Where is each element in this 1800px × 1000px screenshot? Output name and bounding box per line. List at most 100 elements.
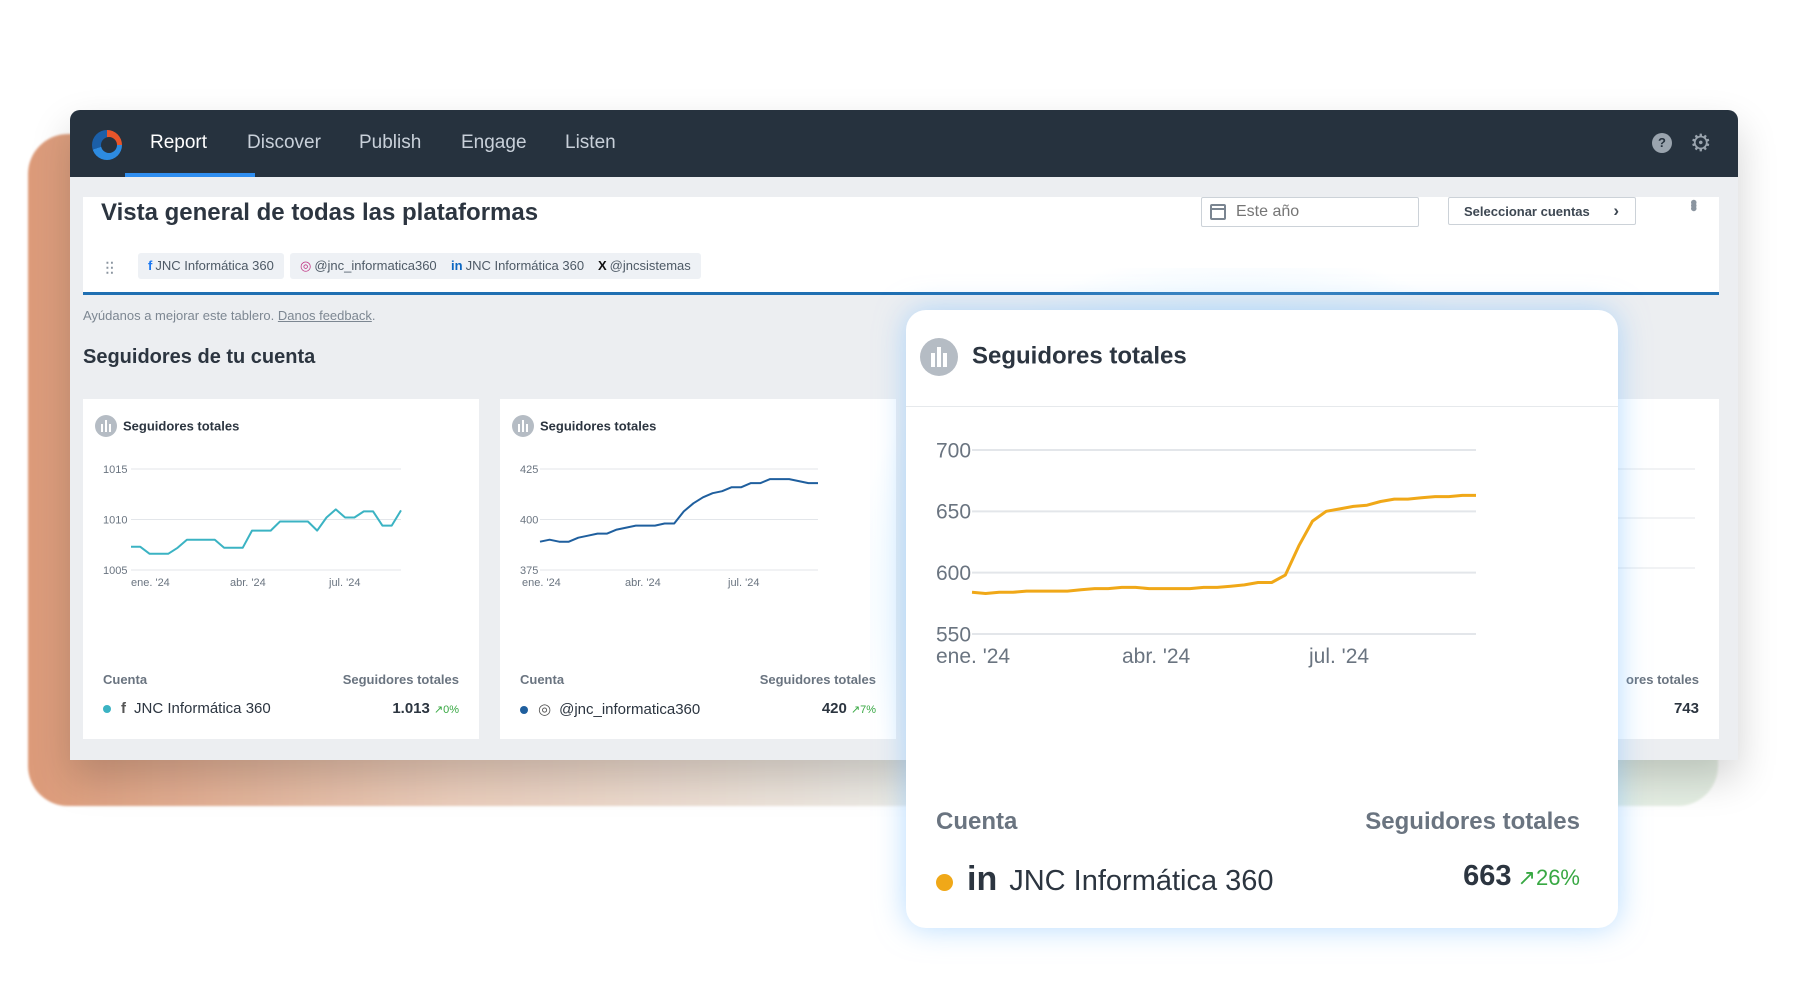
account-row: ◎ @jnc_informatica360 — [520, 700, 700, 718]
y-tick-label: 600 — [936, 562, 971, 585]
chip-label: @jncsistemas — [609, 258, 691, 273]
account-chip-instagram[interactable]: ◎ @jnc_informatica360 — [290, 253, 447, 279]
col-value-header: Seguidores totales — [342, 672, 459, 687]
x-tick-label: abr. '24 — [625, 577, 661, 589]
value-number: 1.013 — [392, 700, 430, 717]
zoom-card-header: Seguidores totales — [920, 338, 1187, 376]
series-line — [971, 493, 1476, 595]
top-nav: Report Discover Publish Engage Listen ? … — [70, 110, 1738, 177]
x-tick-label: abr. '24 — [230, 577, 266, 589]
value-number: 420 — [821, 700, 847, 717]
x-tick-label: abr. '24 — [1122, 645, 1191, 668]
followers-card-facebook: Seguidores totales 1005 1010 1015 ene. '24 a… — [83, 399, 479, 739]
y-tick-label: 1010 — [103, 514, 127, 526]
value-number: 663 — [1463, 860, 1512, 892]
stage: Report Discover Publish Engage Listen ? … — [0, 0, 1800, 1000]
divider — [906, 406, 1618, 407]
account-row: f JNC Informática 360 — [103, 700, 271, 717]
chevron-right-icon: › — [1613, 201, 1619, 220]
account-name: @jnc_informatica360 — [559, 701, 701, 718]
linkedin-icon: in — [967, 860, 998, 898]
trend-up-icon: ↗ — [1517, 865, 1536, 890]
card-title: Seguidores totales — [972, 342, 1187, 370]
chip-label: JNC Informática 360 — [465, 258, 585, 273]
account-chip-linkedin[interactable]: in JNC Informática 360 — [441, 253, 595, 279]
series-line — [539, 478, 818, 543]
x-tick-label: ene. '24 — [936, 645, 1010, 668]
x-icon: X — [598, 258, 607, 273]
facebook-icon: f — [148, 258, 153, 273]
col-account-header: Cuenta — [103, 672, 148, 687]
nav-active-indicator — [125, 173, 255, 177]
col-value-header: Seguidores totales — [1365, 808, 1580, 835]
more-options-icon[interactable]: ••• — [1681, 199, 1704, 208]
y-tick-label: 1015 — [103, 464, 127, 476]
trend-up-icon: ↗ — [433, 704, 444, 716]
account-name: JNC Informática 360 — [134, 700, 271, 717]
page-title: Vista general de todas las plataformas — [101, 199, 539, 226]
card-header: Seguidores totales — [95, 415, 239, 437]
nav-engage[interactable]: Engage — [461, 132, 527, 154]
change-percent: 26% — [1535, 865, 1580, 890]
series-line — [131, 508, 402, 555]
y-tick-label: 1005 — [103, 565, 127, 577]
nav-report[interactable]: Report — [150, 132, 207, 154]
feedback-suffix: . — [371, 308, 376, 323]
date-range-field[interactable] — [1201, 197, 1419, 227]
date-range-input[interactable] — [1236, 202, 1406, 222]
followers-chart: 375 400 425 ene. '24 abr. '24 jul. '24 — [520, 464, 818, 589]
feedback-text: Ayúdanos a mejorar este tablero. Danos f… — [83, 308, 375, 323]
followers-chart: 1005 1010 1015 ene. '24 abr. '24 jul. '24 — [103, 464, 402, 589]
select-accounts-button[interactable]: Seleccionar cuentas › — [1448, 197, 1636, 225]
nav-listen[interactable]: Listen — [565, 132, 616, 154]
col-value-header: Seguidores totales — [759, 672, 876, 687]
chip-label: JNC Informática 360 — [155, 258, 274, 273]
section-title: Seguidores de tu cuenta — [83, 346, 316, 368]
instagram-icon: ◎ — [538, 701, 552, 718]
followers-value: 743 — [1673, 700, 1699, 717]
nav-discover[interactable]: Discover — [247, 132, 321, 154]
account-row: in JNC Informática 360 — [936, 860, 1274, 899]
col-value-header: ores totales — [1626, 672, 1699, 687]
account-chip-facebook[interactable]: f JNC Informática 360 — [138, 253, 284, 279]
feedback-link[interactable]: Danos feedback — [278, 308, 372, 323]
linkedin-icon: in — [451, 258, 463, 273]
card-header: Seguidores totales — [512, 415, 656, 437]
chip-label: @jnc_informatica360 — [314, 258, 437, 273]
y-tick-label: 550 — [936, 623, 971, 646]
bar-chart-icon — [920, 338, 958, 376]
change-percent: 0% — [443, 704, 459, 716]
x-tick-label: jul. '24 — [727, 577, 759, 589]
app-logo[interactable] — [92, 130, 122, 160]
filter-sliders-icon[interactable]: ⫶⫶ — [105, 259, 114, 280]
card-title: Seguidores totales — [540, 418, 657, 434]
x-tick-label: ene. '24 — [131, 577, 170, 589]
trend-up-icon: ↗ — [850, 704, 861, 716]
followers-value: 663 ↗26% — [1463, 860, 1580, 893]
x-tick-label: jul. '24 — [328, 577, 360, 589]
followers-value: 1.013 ↗0% — [392, 700, 459, 717]
y-tick-label: 650 — [936, 501, 971, 524]
select-accounts-label: Seleccionar cuentas — [1464, 204, 1590, 219]
col-account-header: Cuenta — [936, 808, 1018, 835]
nav-publish[interactable]: Publish — [359, 132, 421, 154]
bar-chart-icon — [512, 415, 534, 437]
calendar-icon — [1210, 204, 1226, 220]
account-name: JNC Informática 360 — [1009, 865, 1274, 897]
col-account-header: Cuenta — [520, 672, 565, 687]
series-dot — [520, 706, 528, 715]
series-dot — [103, 705, 111, 714]
account-chip-x[interactable]: X @jncsistemas — [588, 253, 701, 279]
y-tick-label: 425 — [520, 464, 538, 476]
followers-value: 420 ↗7% — [822, 700, 876, 717]
y-tick-label: 400 — [520, 514, 538, 526]
gear-icon[interactable]: ⚙ — [1690, 129, 1712, 158]
series-dot — [936, 873, 953, 891]
card-title: Seguidores totales — [123, 418, 240, 434]
followers-card-instagram: Seguidores totales 375 400 425 ene. '24 abr.… — [500, 399, 896, 739]
followers-chart-zoom: 550 600 650 700 ene. '24 abr. '24 jul. '24 — [936, 439, 1476, 668]
x-tick-label: ene. '24 — [522, 577, 561, 589]
bar-chart-icon — [95, 415, 117, 437]
help-circle-icon[interactable]: ? — [1652, 133, 1672, 153]
feedback-message: Ayúdanos a mejorar este tablero. — [83, 308, 275, 323]
